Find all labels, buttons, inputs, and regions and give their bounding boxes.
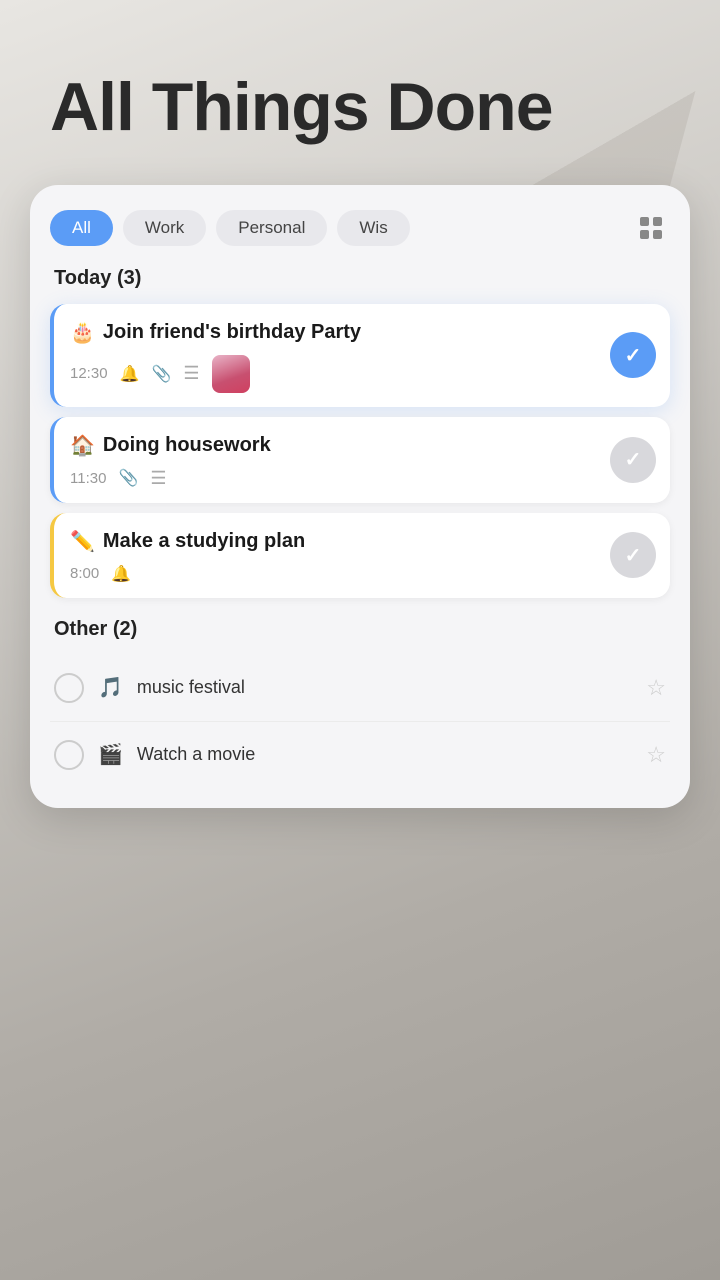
tab-wishlist[interactable]: Wis bbox=[337, 210, 409, 246]
today-section-header: Today (3) bbox=[50, 267, 670, 290]
task-title-row: 🏠 Doing housework bbox=[70, 433, 654, 458]
bell-icon: 🔔 bbox=[120, 364, 140, 384]
task-housework: 🏠 Doing housework 11:30 📎 ☰ ✓ bbox=[50, 417, 670, 503]
task-birthday-party: 🎂 Join friend's birthday Party 12:30 🔔 📎… bbox=[50, 304, 670, 407]
other-task-movie: 🎬 Watch a movie ☆ bbox=[50, 722, 670, 788]
task-thumbnail bbox=[212, 355, 250, 393]
tab-work[interactable]: Work bbox=[123, 210, 206, 246]
task-studying-plan: ✏️ Make a studying plan 8:00 🔔 ✓ bbox=[50, 513, 670, 598]
main-card: All Work Personal Wis Today (3) 🎂 Join f… bbox=[30, 185, 690, 808]
other-section: Other (2) 🎵 music festival ☆ 🎬 Watch a m… bbox=[50, 618, 670, 788]
task-checkbox[interactable] bbox=[54, 740, 84, 770]
task-meta-row: 12:30 🔔 📎 ☰ bbox=[70, 355, 654, 393]
task-emoji: ✏️ bbox=[70, 529, 95, 554]
list-icon: ☰ bbox=[183, 363, 199, 384]
task-complete-button[interactable]: ✓ bbox=[610, 332, 656, 378]
task-emoji: 🎂 bbox=[70, 320, 95, 345]
task-title-row: ✏️ Make a studying plan bbox=[70, 529, 654, 554]
task-emoji: 🎵 bbox=[98, 675, 123, 700]
checkmark-icon: ✓ bbox=[625, 343, 642, 368]
task-emoji: 🎬 bbox=[98, 742, 123, 767]
star-button[interactable]: ☆ bbox=[646, 742, 666, 768]
tab-personal[interactable]: Personal bbox=[216, 210, 327, 246]
task-complete-button[interactable]: ✓ bbox=[610, 437, 656, 483]
bell-icon: 🔔 bbox=[111, 564, 131, 584]
checkmark-icon: ✓ bbox=[625, 447, 642, 472]
task-complete-button[interactable]: ✓ bbox=[610, 532, 656, 578]
attachment-icon: 📎 bbox=[151, 364, 171, 384]
star-button[interactable]: ☆ bbox=[646, 675, 666, 701]
task-checkbox[interactable] bbox=[54, 673, 84, 703]
task-title-row: 🎂 Join friend's birthday Party bbox=[70, 320, 654, 345]
tab-all[interactable]: All bbox=[50, 210, 113, 246]
task-title: Join friend's birthday Party bbox=[103, 321, 361, 344]
task-meta-row: 8:00 🔔 bbox=[70, 564, 654, 584]
app-title: All Things Done bbox=[0, 0, 720, 175]
task-time: 12:30 bbox=[70, 365, 108, 382]
list-icon: ☰ bbox=[150, 468, 166, 489]
other-section-header: Other (2) bbox=[50, 618, 670, 641]
checkmark-icon: ✓ bbox=[625, 543, 642, 568]
task-label: Watch a movie bbox=[137, 744, 632, 765]
task-title: Doing housework bbox=[103, 434, 271, 457]
task-title: Make a studying plan bbox=[103, 530, 305, 553]
task-time: 11:30 bbox=[70, 470, 106, 487]
task-time: 8:00 bbox=[70, 565, 99, 582]
grid-view-button[interactable] bbox=[632, 209, 670, 247]
grid-icon bbox=[640, 217, 662, 239]
task-meta-row: 11:30 📎 ☰ bbox=[70, 468, 654, 489]
task-label: music festival bbox=[137, 677, 632, 698]
attachment-icon: 📎 bbox=[118, 468, 138, 488]
other-task-music: 🎵 music festival ☆ bbox=[50, 655, 670, 722]
category-tabs: All Work Personal Wis bbox=[50, 209, 670, 247]
task-emoji: 🏠 bbox=[70, 433, 95, 458]
